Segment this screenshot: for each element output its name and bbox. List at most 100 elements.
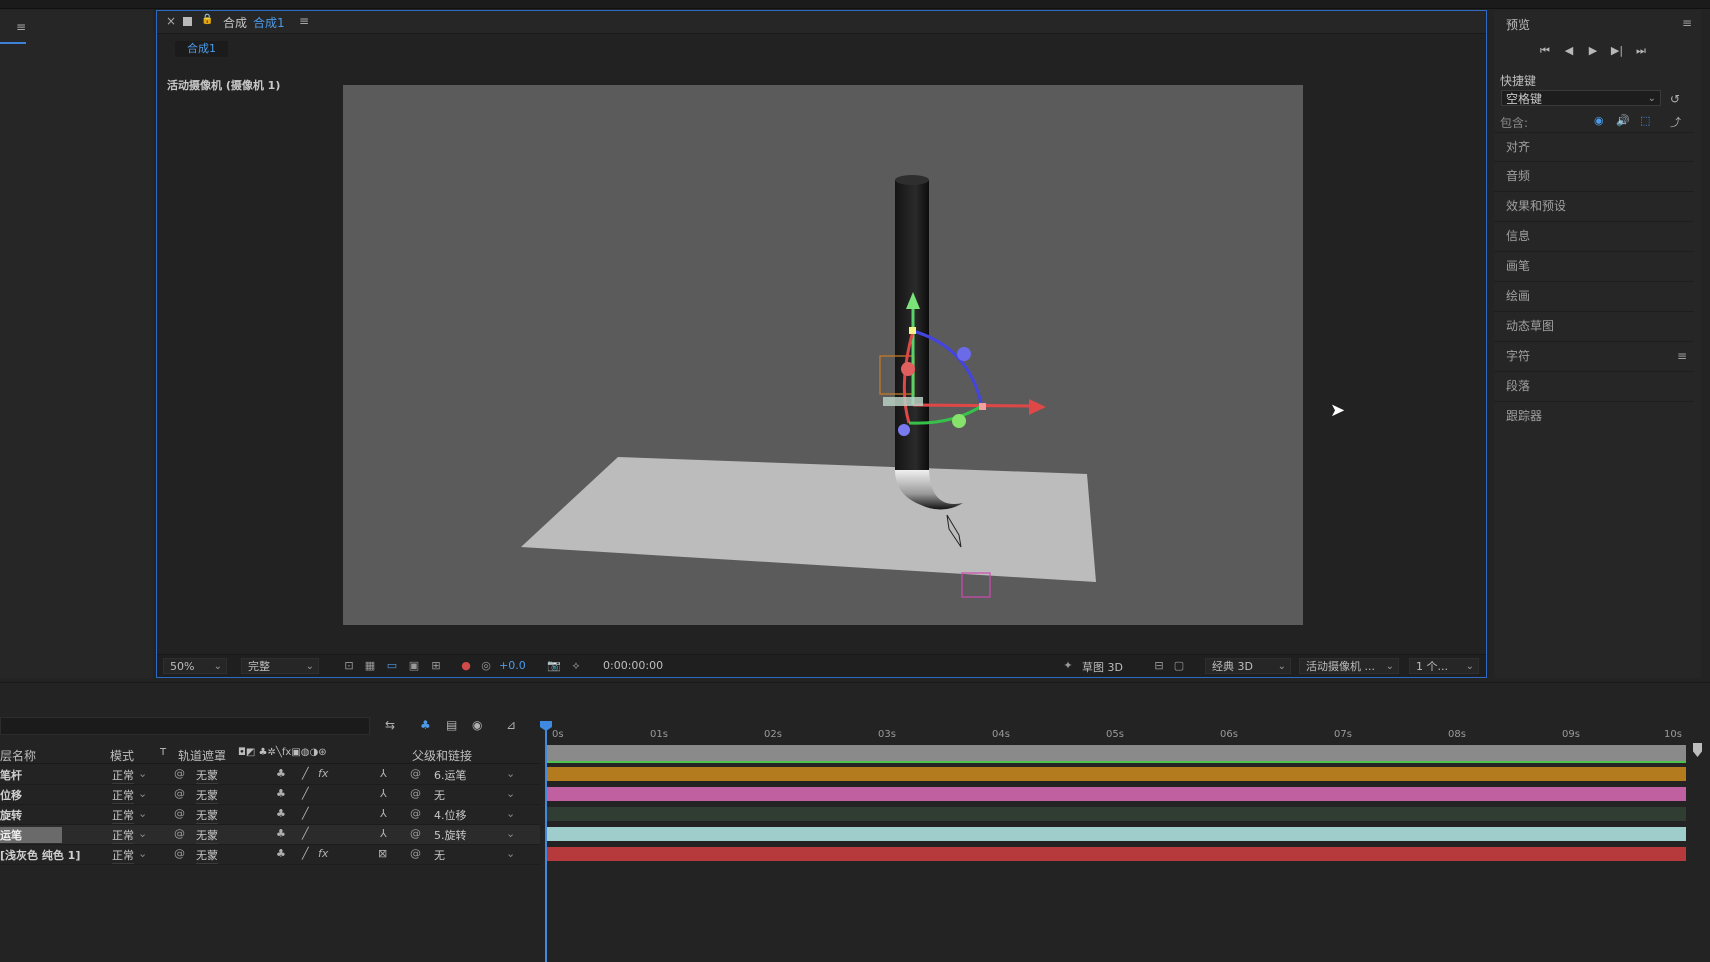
tracker-section[interactable]: 跟踪器 bbox=[1494, 401, 1694, 429]
table-row[interactable]: [浅灰色 纯色 1] 正常 ⌄ @ 无蒙 ♣ ╱ fx ⊠ @ 无 ⌄ bbox=[0, 845, 540, 865]
transparency-grid-icon[interactable]: ▦ bbox=[363, 659, 377, 673]
channel-icon[interactable]: ● bbox=[459, 659, 473, 673]
time-ruler[interactable]: 0s 01s 02s 03s 04s 05s 06s 07s 08s 09s 1… bbox=[546, 717, 1692, 743]
floor-plane[interactable] bbox=[521, 457, 1096, 582]
grid-icon[interactable]: ⊞ bbox=[429, 659, 443, 673]
zoom-dropdown[interactable]: 50% ⌄ bbox=[163, 658, 227, 674]
matte-link-icon[interactable]: @ bbox=[174, 847, 185, 860]
matte-dropdown[interactable]: 无蒙 bbox=[196, 767, 218, 784]
layer-name[interactable]: 笔杆 bbox=[0, 767, 22, 783]
parent-dropdown[interactable]: 无 bbox=[434, 787, 445, 803]
guides-icon[interactable]: ▣ bbox=[407, 659, 421, 673]
graph-editor-icon[interactable]: ⊿ bbox=[506, 718, 516, 732]
shy-switch-icon[interactable]: ♣ bbox=[276, 787, 286, 800]
reset-exposure-icon[interactable]: ◎ bbox=[479, 659, 493, 673]
parent-dropdown[interactable]: 4.位移 bbox=[434, 807, 467, 823]
composition-menu-icon[interactable]: ≡ bbox=[299, 14, 309, 28]
layer-bar[interactable] bbox=[546, 827, 1686, 841]
matte-dropdown[interactable]: 无蒙 bbox=[196, 807, 218, 824]
paint-section[interactable]: 绘画 bbox=[1494, 281, 1694, 309]
matte-dropdown[interactable]: 无蒙 bbox=[196, 847, 218, 864]
layer-name[interactable]: 位移 bbox=[0, 787, 22, 803]
play-icon[interactable]: ▶ bbox=[1584, 44, 1602, 58]
3d-layer-icon[interactable]: ⅄ bbox=[380, 787, 387, 800]
pick-whip-icon[interactable]: @ bbox=[410, 847, 421, 860]
audio-section[interactable]: 音频 bbox=[1494, 161, 1694, 189]
comp-flow-icon[interactable]: ⇆ bbox=[385, 718, 395, 732]
composition-bar[interactable] bbox=[546, 745, 1686, 761]
shy-icon[interactable]: ♣ bbox=[420, 718, 431, 732]
parent-dropdown[interactable]: 6.运笔 bbox=[434, 767, 467, 783]
matte-link-icon[interactable]: @ bbox=[174, 807, 185, 820]
close-icon[interactable]: × bbox=[166, 14, 176, 28]
mode-dropdown[interactable]: 正常 bbox=[112, 807, 134, 824]
quality-switch-icon[interactable]: ╱ bbox=[302, 807, 309, 820]
last-frame-icon[interactable]: ⏭ bbox=[1632, 44, 1650, 58]
layer-name[interactable]: 旋转 bbox=[0, 807, 22, 823]
timeline-search-input[interactable] bbox=[0, 717, 370, 735]
include-overlay-icon[interactable]: ⬚ bbox=[1640, 114, 1650, 127]
pick-whip-icon[interactable]: @ bbox=[410, 807, 421, 820]
region-icon[interactable]: ⊡ bbox=[342, 659, 356, 673]
composition-subtab[interactable]: 合成1 bbox=[175, 41, 228, 57]
mode-header[interactable]: 模式 bbox=[110, 747, 134, 764]
comp-end-marker-icon[interactable] bbox=[1693, 743, 1702, 757]
reset-icon[interactable]: ↺ bbox=[1670, 92, 1680, 106]
parent-dropdown[interactable]: 无 bbox=[434, 847, 445, 863]
track-matte-header[interactable]: 轨道遮罩 bbox=[178, 747, 226, 764]
quality-switch-icon[interactable]: ╱ bbox=[302, 827, 309, 840]
shy-switch-icon[interactable]: ♣ bbox=[276, 807, 286, 820]
previous-frame-icon[interactable]: ◀ bbox=[1560, 44, 1578, 58]
panel-menu-icon[interactable]: ≡ bbox=[16, 20, 26, 34]
t-header[interactable]: T bbox=[160, 747, 166, 758]
fx-switch-icon[interactable]: fx bbox=[318, 767, 328, 780]
floor-icon[interactable]: ⊟ bbox=[1152, 659, 1166, 673]
frame-blend-icon[interactable]: ▤ bbox=[446, 718, 457, 732]
show-snapshot-icon[interactable]: ⟡ bbox=[569, 659, 583, 673]
paragraph-section[interactable]: 段落 bbox=[1494, 371, 1694, 399]
info-section[interactable]: 信息 bbox=[1494, 221, 1694, 249]
first-frame-icon[interactable]: ⏮ bbox=[1536, 44, 1554, 58]
mode-dropdown[interactable]: 正常 bbox=[112, 827, 134, 844]
current-timecode[interactable]: 0:00:00:00 bbox=[603, 659, 663, 672]
matte-dropdown[interactable]: 无蒙 bbox=[196, 787, 218, 804]
layer-name[interactable]: 运笔 bbox=[0, 827, 62, 843]
table-row-selected[interactable]: 运笔 正常 ⌄ @ 无蒙 ♣ ╱ ⅄ @ 5.旋转 ⌄ bbox=[0, 825, 540, 845]
mask-visibility-icon[interactable]: ▭ bbox=[385, 659, 399, 673]
renderer-dropdown[interactable]: 经典 3D ⌄ bbox=[1205, 658, 1291, 674]
motion-blur-icon[interactable]: ◉ bbox=[472, 718, 482, 732]
motion-sketch-section[interactable]: 动态草图 bbox=[1494, 311, 1694, 339]
export-icon[interactable]: ⤴ bbox=[1670, 114, 1681, 130]
layer-bar[interactable] bbox=[546, 787, 1686, 801]
draft3d-label[interactable]: 草图 3D bbox=[1082, 659, 1123, 675]
lock-icon[interactable]: 🔒 bbox=[201, 14, 213, 25]
shy-switch-icon[interactable]: ♣ bbox=[276, 767, 286, 780]
layer-bar[interactable] bbox=[546, 767, 1686, 781]
parent-dropdown[interactable]: 5.旋转 bbox=[434, 827, 467, 843]
resolution-dropdown[interactable]: 完整 ⌄ bbox=[241, 658, 319, 674]
preview-menu-icon[interactable]: ≡ bbox=[1682, 16, 1692, 30]
shortcut-dropdown[interactable]: 空格键 ⌄ bbox=[1501, 90, 1661, 106]
snapshot-icon[interactable]: 📷 bbox=[547, 659, 561, 673]
table-row[interactable]: 旋转 正常 ⌄ @ 无蒙 ♣ ╱ ⅄ @ 4.位移 ⌄ bbox=[0, 805, 540, 825]
layer-name[interactable]: [浅灰色 纯色 1] bbox=[0, 847, 80, 863]
mode-dropdown[interactable]: 正常 bbox=[112, 787, 134, 804]
shy-switch-icon[interactable]: ♣ bbox=[276, 827, 286, 840]
layer-bar[interactable] bbox=[546, 807, 1686, 821]
character-section[interactable]: 字符 bbox=[1494, 341, 1694, 369]
3d-layer-icon[interactable]: ⅄ bbox=[380, 807, 387, 820]
matte-link-icon[interactable]: @ bbox=[174, 827, 185, 840]
effects-presets-section[interactable]: 效果和预设 bbox=[1494, 191, 1694, 219]
parent-link-header[interactable]: 父级和链接 bbox=[412, 747, 472, 764]
pick-whip-icon[interactable]: @ bbox=[410, 767, 421, 780]
3d-layer-icon[interactable]: ⅄ bbox=[380, 827, 387, 840]
views-dropdown[interactable]: 1 个... ⌄ bbox=[1409, 658, 1479, 674]
playhead[interactable] bbox=[545, 723, 547, 962]
table-row[interactable]: 位移 正常 ⌄ @ 无蒙 ♣ ╱ ⅄ @ 无 ⌄ bbox=[0, 785, 540, 805]
composition-name[interactable]: 合成1 bbox=[253, 14, 285, 31]
draft3d-icon[interactable]: ✦ bbox=[1061, 659, 1075, 673]
camera-dropdown[interactable]: 活动摄像机 ... ⌄ bbox=[1299, 658, 1399, 674]
layer-bar[interactable] bbox=[546, 847, 1686, 861]
quality-switch-icon[interactable]: ╱ bbox=[302, 767, 309, 780]
mode-dropdown[interactable]: 正常 bbox=[112, 767, 134, 784]
